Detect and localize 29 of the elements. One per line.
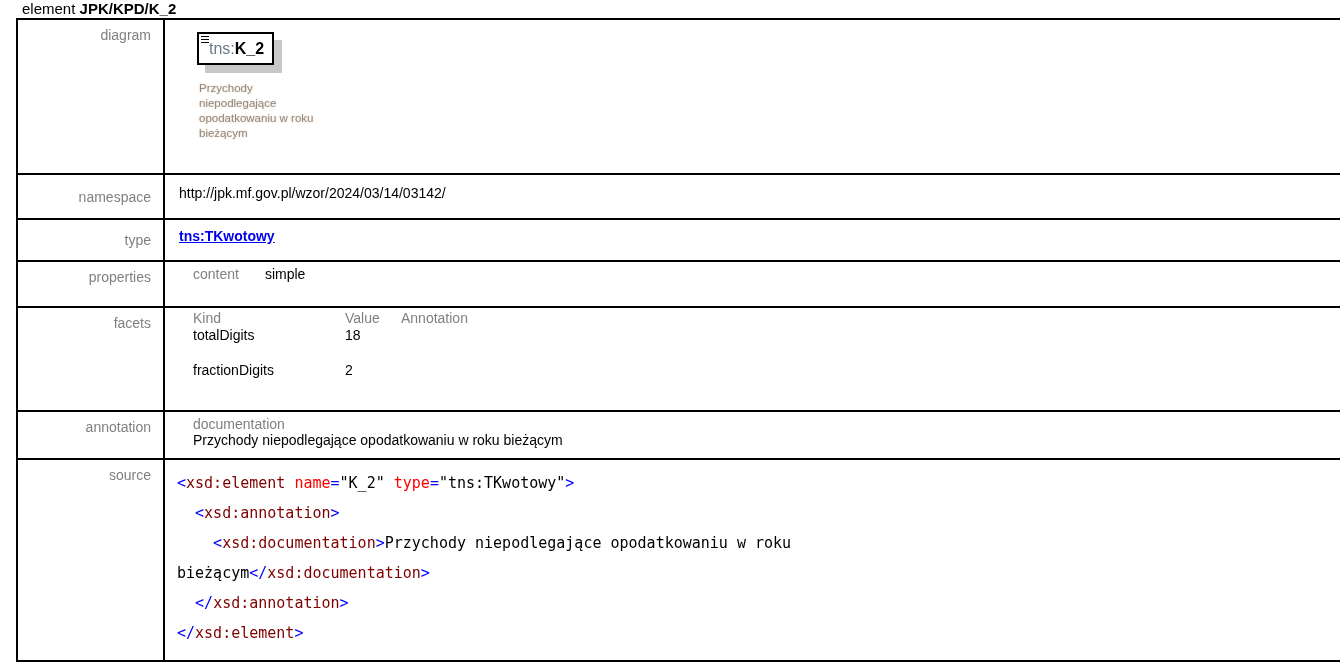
row-label: annotation: [85, 419, 151, 435]
column-header: Value: [345, 310, 381, 326]
namespace-value: http://jpk.mf.gov.pl/wzor/2024/03/14/03142/: [179, 184, 446, 201]
page-heading: element JPK/KPD/K_2: [21, 0, 178, 18]
column-header: Kind: [193, 310, 223, 326]
annotation-name: documentation: [193, 416, 286, 432]
facet-kind: fractionDigits: [193, 361, 275, 379]
row-label: source: [108, 467, 151, 483]
facet-value: 18: [345, 326, 362, 344]
code-line: <xsd:documentation>Przychody niepodlegające opodatkowaniu w roku: [212, 533, 793, 554]
property-value: simple: [264, 266, 306, 282]
property-name: content: [193, 266, 239, 282]
list-icon: [201, 36, 209, 43]
facet-kind: totalDigits: [193, 326, 256, 344]
row-label: facets: [113, 315, 151, 331]
row-label: type: [124, 232, 151, 248]
code-line: </xsd:element>: [177, 623, 305, 644]
column-header: Annotation: [401, 310, 469, 326]
row-label: diagram: [100, 27, 151, 43]
code-line: <xsd:element name="K_2" type="tns:TKwotowy">: [177, 473, 576, 494]
row-label: namespace: [78, 188, 151, 205]
node-description: Przychody niepodlegające opodatkowaniu w roku bieżącym: [199, 81, 315, 141]
facet-value: 2: [345, 361, 354, 379]
type-link[interactable]: tns:TKwotowy: [179, 228, 275, 244]
code-line: </xsd:annotation>: [194, 593, 350, 614]
row-label: properties: [88, 269, 151, 285]
code-line: bieżącym</xsd:documentation>: [177, 563, 431, 584]
code-line: <xsd:annotation>: [194, 503, 341, 524]
annotation-text: Przychody niepodlegające opodatkowaniu w roku bieżącym: [193, 432, 564, 448]
